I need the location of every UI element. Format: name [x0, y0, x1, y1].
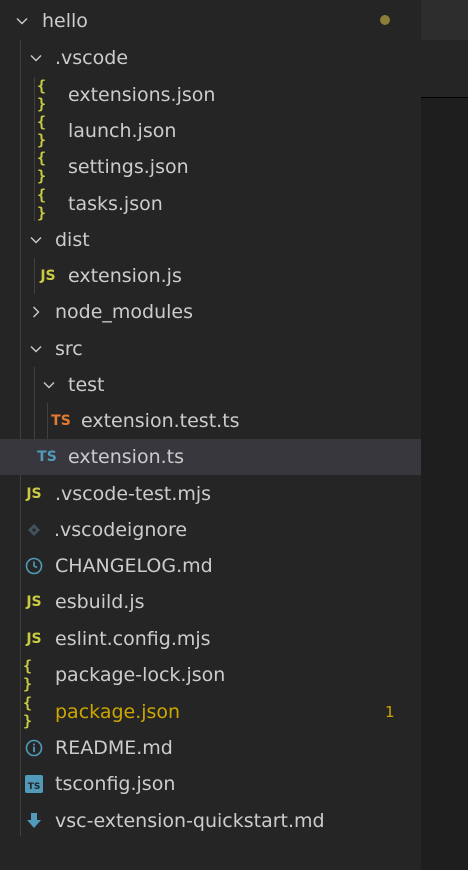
editor-area — [421, 0, 468, 870]
file-label: launch.json — [68, 120, 177, 142]
file-label: .vscode-test.mjs — [55, 483, 212, 505]
file-settings-json[interactable]: { } settings.json — [0, 149, 421, 185]
file-label: .vscodeignore — [54, 519, 188, 541]
file-label: extension.test.ts — [81, 410, 240, 432]
json-file-icon: { } — [37, 186, 48, 222]
chevron-right-icon — [28, 304, 44, 320]
file-tasks-json[interactable]: { } tasks.json — [0, 186, 421, 222]
file-vscodeignore[interactable]: .vscodeignore — [0, 512, 421, 548]
file-label: CHANGELOG.md — [55, 555, 213, 577]
chevron-down-icon — [28, 341, 44, 357]
download-arrow-icon — [25, 812, 43, 830]
js-file-icon: JS — [26, 594, 42, 610]
root-folder-hello[interactable]: hello — [0, 3, 421, 39]
js-file-icon: JS — [26, 486, 42, 502]
json-file-icon: { } — [37, 77, 48, 113]
explorer-panel: hello .vscode { } extensions.json { } la… — [0, 0, 421, 870]
file-vsc-extension-quickstart-md[interactable]: vsc-extension-quickstart.md — [0, 803, 421, 839]
chevron-down-icon — [28, 50, 44, 66]
file-extension-js[interactable]: JS extension.js — [0, 258, 421, 294]
file-label: extension.js — [68, 265, 182, 287]
tsconfig-icon-text: TS — [27, 781, 41, 792]
file-label: esbuild.js — [55, 591, 145, 613]
folder-test[interactable]: test — [0, 367, 421, 403]
editor-tab-strip — [421, 0, 468, 40]
file-package-json[interactable]: { } package.json 1 — [0, 694, 421, 730]
folder-label: dist — [55, 229, 90, 251]
folder-label: .vscode — [55, 47, 129, 69]
folder-node-modules[interactable]: node_modules — [0, 294, 421, 330]
problem-count-badge: 1 — [385, 703, 395, 721]
file-label: eslint.config.mjs — [55, 628, 211, 650]
file-eslint-config-mjs[interactable]: JS eslint.config.mjs — [0, 621, 421, 657]
root-folder-label: hello — [42, 10, 88, 32]
file-label: tsconfig.json — [55, 773, 176, 795]
git-diamond-icon — [26, 523, 42, 537]
file-label: settings.json — [68, 156, 189, 178]
folder-label: src — [55, 338, 83, 360]
folder-src[interactable]: src — [0, 331, 421, 367]
file-readme-md[interactable]: README.md — [0, 730, 421, 766]
file-label: extension.ts — [68, 446, 185, 468]
file-vscode-test-mjs[interactable]: JS .vscode-test.mjs — [0, 476, 421, 512]
unsaved-dot-icon — [380, 15, 390, 25]
file-changelog-md[interactable]: CHANGELOG.md — [0, 548, 421, 584]
file-label: package-lock.json — [55, 664, 226, 686]
file-launch-json[interactable]: { } launch.json — [0, 113, 421, 149]
folder-label: test — [68, 374, 105, 396]
json-file-icon: { } — [23, 657, 34, 693]
chevron-down-icon — [41, 377, 57, 393]
file-label: README.md — [55, 737, 173, 759]
folder-dist[interactable]: dist — [0, 222, 421, 258]
info-icon — [25, 739, 43, 757]
file-extension-ts[interactable]: TS extension.ts — [0, 439, 421, 475]
js-file-icon: JS — [26, 631, 42, 647]
clock-icon — [25, 557, 43, 575]
typescript-file-icon: TS — [37, 449, 57, 465]
editor-tab-bar — [421, 0, 468, 98]
typescript-test-file-icon: TS — [51, 413, 71, 429]
folder-vscode[interactable]: .vscode — [0, 40, 421, 76]
file-label: extensions.json — [68, 84, 216, 106]
folder-label: node_modules — [55, 301, 194, 323]
file-label: vsc-extension-quickstart.md — [55, 810, 325, 832]
file-label: package.json — [55, 701, 181, 723]
js-file-icon: JS — [40, 268, 56, 284]
json-file-icon: { } — [37, 149, 48, 185]
json-file-icon: { } — [37, 113, 48, 149]
file-tsconfig-json[interactable]: TS tsconfig.json — [0, 766, 421, 802]
file-label: tasks.json — [68, 193, 163, 215]
json-file-icon: { } — [23, 694, 34, 730]
file-package-lock-json[interactable]: { } package-lock.json — [0, 657, 421, 693]
chevron-down-icon — [14, 13, 30, 29]
file-extensions-json[interactable]: { } extensions.json — [0, 77, 421, 113]
file-extension-test-ts[interactable]: TS extension.test.ts — [0, 403, 421, 439]
file-esbuild-js[interactable]: JS esbuild.js — [0, 584, 421, 620]
chevron-down-icon — [28, 232, 44, 248]
tsconfig-file-icon: TS — [25, 775, 43, 793]
